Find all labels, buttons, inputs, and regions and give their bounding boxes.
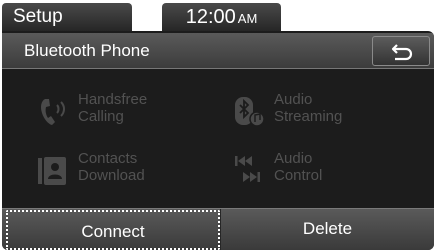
screen: Setup 12:00 AM Bluetooth Phone Handsfree… (0, 0, 436, 252)
bottom-button-bar: Connect Delete (2, 208, 434, 250)
main-panel: Bluetooth Phone Handsfree Calling Audio … (2, 31, 434, 250)
clock-time: 12:00 (185, 6, 236, 28)
menu-label-contacts-download: Contacts Download (78, 150, 145, 184)
back-arrow-icon (391, 44, 413, 61)
page-title: Bluetooth Phone (24, 41, 150, 60)
phone-icon (36, 93, 70, 129)
setup-title: Setup (2, 3, 132, 31)
connect-button[interactable]: Connect (6, 210, 220, 250)
menu-item-contacts-download[interactable]: Contacts Download (36, 148, 216, 192)
clock-ampm: AM (237, 11, 258, 26)
bluetooth-music-icon (232, 93, 266, 129)
delete-button[interactable]: Delete (220, 209, 434, 250)
menu-label-audio-streaming: Audio Streaming (274, 91, 343, 125)
status-bar: Setup 12:00 AM (0, 0, 436, 31)
back-button[interactable] (372, 36, 430, 66)
menu-item-handsfree-calling[interactable]: Handsfree Calling (36, 89, 216, 133)
menu-label-audio-control: Audio Control (274, 150, 323, 184)
skip-controls-icon (232, 152, 266, 188)
contacts-icon (36, 152, 70, 188)
menu-item-audio-control[interactable]: Audio Control (232, 148, 412, 192)
menu-item-audio-streaming[interactable]: Audio Streaming (232, 89, 412, 133)
header-bar: Bluetooth Phone (2, 33, 434, 69)
clock: 12:00 AM (162, 3, 281, 31)
menu-label-handsfree-calling: Handsfree Calling (78, 91, 148, 125)
